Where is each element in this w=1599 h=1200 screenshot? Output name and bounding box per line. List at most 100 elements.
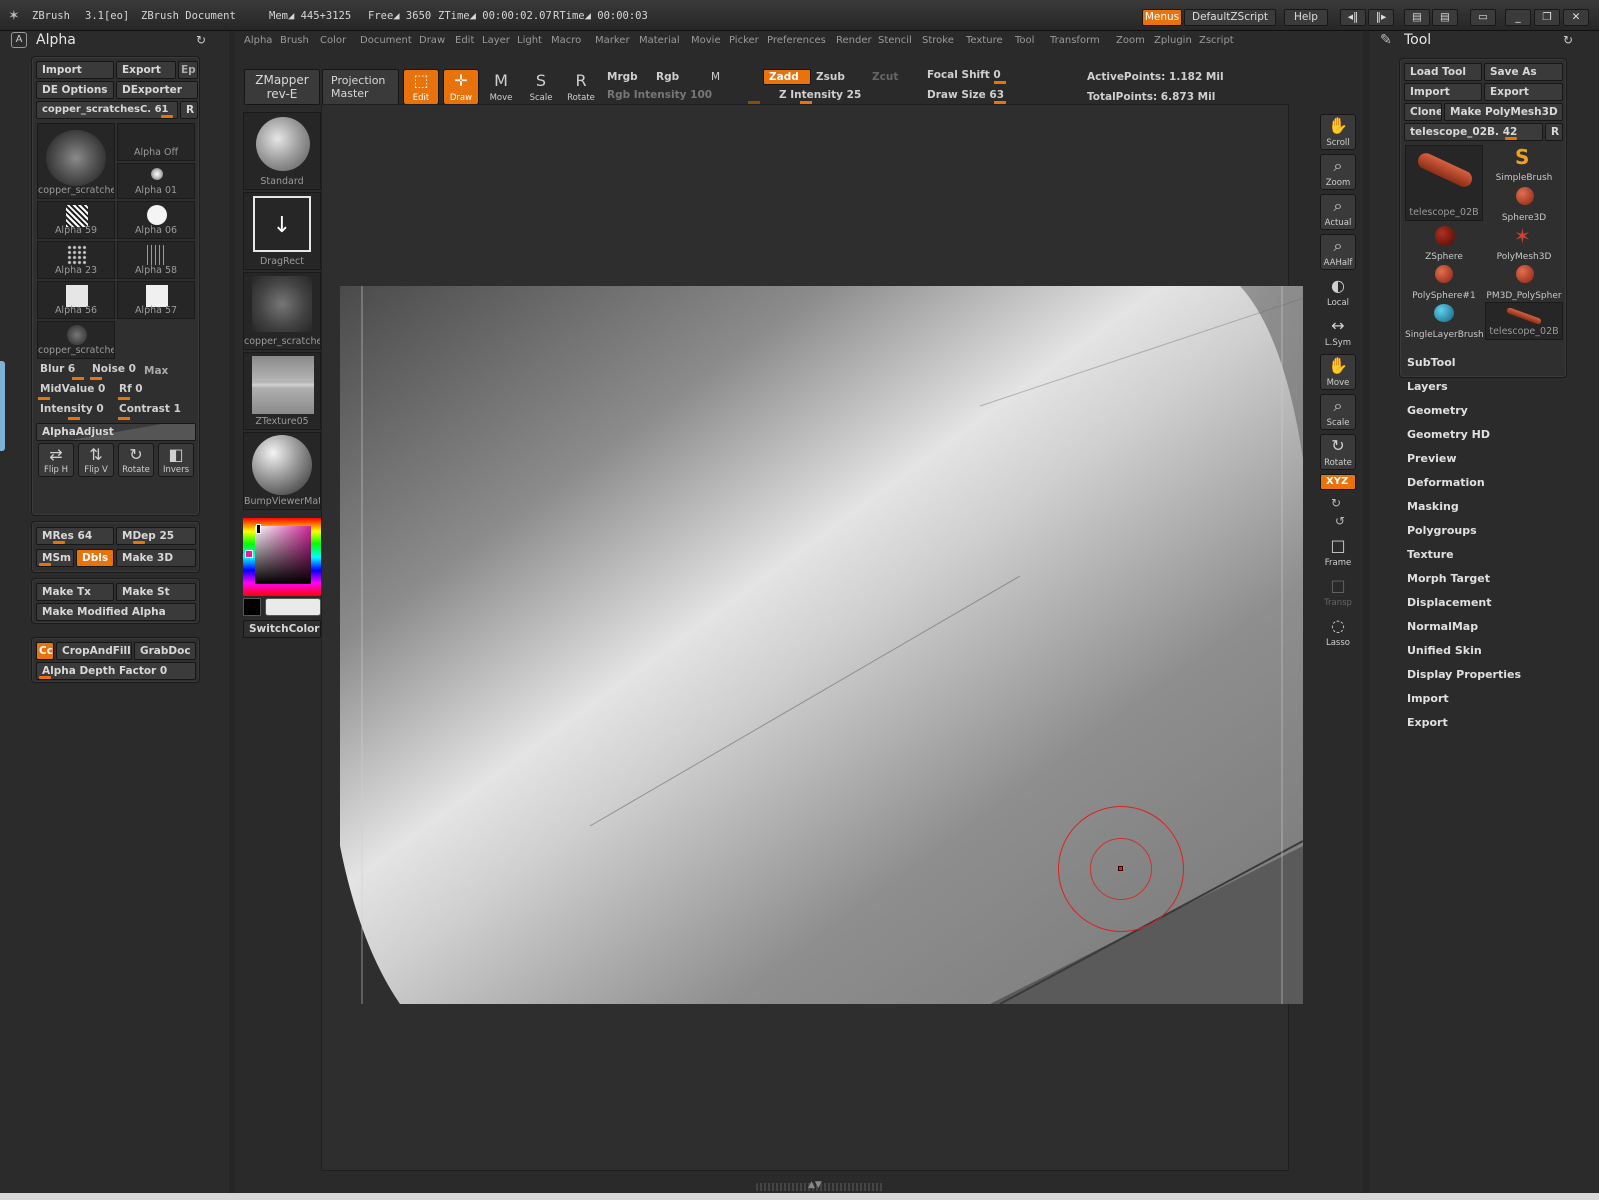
subpalette-displacement[interactable]: Displacement [1407,596,1492,609]
subpalette-export[interactable]: Export [1407,716,1448,729]
help-button[interactable]: Help [1284,9,1328,26]
close-icon[interactable]: ✕ [1563,9,1589,26]
dbls-toggle[interactable]: Dbls [76,549,114,567]
subpalette-morph-target[interactable]: Morph Target [1407,572,1490,585]
zmapper-button[interactable]: ZMapper rev-E [244,69,320,105]
menu-brush[interactable]: Brush [280,35,309,46]
rgb-toggle[interactable]: Rgb [656,71,679,83]
zoom-button[interactable]: ⌕ Zoom [1320,154,1356,190]
rotate-y-icon[interactable]: ↻ [1331,496,1341,510]
switch-color-button[interactable]: SwitchColor [243,620,321,638]
z-intensity-slider[interactable]: Z Intensity 25 [779,89,861,101]
current-alpha-slider[interactable]: copper_scratchesC. 61 [36,101,178,119]
subpalette-layers[interactable]: Layers [1407,380,1448,393]
subpalette-masking[interactable]: Masking [1407,500,1459,513]
material-bumpviewer[interactable]: BumpViewerMate [243,432,321,510]
color-picker-square[interactable] [255,526,311,584]
move-button[interactable]: M Move [483,69,519,105]
make-tx-button[interactable]: Make Tx [36,583,114,601]
menu-stencil[interactable]: Stencil [878,35,912,46]
alpha-r-button[interactable]: R [180,101,198,119]
subpalette-subtool[interactable]: SubTool [1407,356,1456,369]
current-tool-slider[interactable]: telescope_02B. 42 [1404,123,1543,141]
menu-zoom[interactable]: Zoom [1116,35,1145,46]
rotate-button[interactable]: R Rotate [563,69,599,105]
tool-thumb-pm3d-polysphere[interactable]: PM3D_PolySpher [1485,263,1563,301]
tool-thumb-singlelayerbrush[interactable]: SingleLayerBrush [1405,302,1483,340]
menu-stroke[interactable]: Stroke [922,35,954,46]
rotate-z-icon[interactable]: ↺ [1335,514,1345,528]
local-button[interactable]: ◐ Local [1320,274,1356,310]
subpalette-deformation[interactable]: Deformation [1407,476,1485,489]
save-as-button[interactable]: Save As [1484,63,1563,81]
tool-r-button[interactable]: R [1545,123,1563,141]
alpha-thumb-copper[interactable]: copper_scratche [37,321,115,359]
subpalette-import[interactable]: Import [1407,692,1449,705]
lsym-button[interactable]: ↔ L.Sym [1320,314,1356,350]
alpha-thumb-23[interactable]: Alpha 23 [37,241,115,279]
lasso-button[interactable]: ◌ Lasso [1320,614,1356,650]
brush-standard[interactable]: Standard [243,112,321,190]
mres-slider[interactable]: MRes 64 [36,527,114,545]
reset-icon[interactable]: ↻ [196,33,206,47]
restore-icon[interactable]: ❐ [1534,9,1560,26]
layout-right-icon[interactable]: ▤ [1432,9,1458,26]
make-modified-alpha-button[interactable]: Make Modified Alpha [36,603,196,621]
subpalette-unified-skin[interactable]: Unified Skin [1407,644,1482,657]
transp-button[interactable]: □ Transp [1320,574,1356,610]
tool-thumb-polymesh3d[interactable]: ✶ PolyMesh3D [1485,224,1563,262]
subpalette-texture[interactable]: Texture [1407,548,1454,561]
projection-master-button[interactable]: Projection Master [322,69,399,105]
alpha-depth-factor-slider[interactable]: Alpha Depth Factor 0 [36,662,196,680]
sculpt-viewport[interactable] [340,286,1303,1004]
focal-shift-slider[interactable]: Focal Shift 0 [927,69,1001,81]
zadd-toggle[interactable]: Zadd [763,69,811,85]
tool-thumb-simplebrush[interactable]: S SimpleBrush [1485,145,1563,183]
left-tray-edge[interactable] [0,361,5,451]
subpalette-geometry-hd[interactable]: Geometry HD [1407,428,1490,441]
alpha-export-button[interactable]: Export [116,61,176,79]
rgb-intensity-slider[interactable]: Rgb Intensity 100 [607,89,712,101]
alpha-adjust-curve[interactable]: AlphaAdjust [36,423,196,441]
reset-icon[interactable]: ↻ [1563,33,1573,47]
minimize-icon[interactable]: _ [1505,9,1531,26]
menu-tool[interactable]: Tool [1015,35,1034,46]
grab-doc-button[interactable]: GrabDoc [134,642,196,660]
actual-button[interactable]: ⌕ Actual [1320,194,1356,230]
scale-view-button[interactable]: ⌕ Scale [1320,394,1356,430]
menu-material[interactable]: Material [639,35,680,46]
tray-right-icon[interactable]: ‖▸ [1368,9,1394,26]
zsub-toggle[interactable]: Zsub [816,71,845,83]
primary-color-swatch[interactable] [265,598,321,616]
noise-slider[interactable]: Noise 0 [92,363,136,375]
subpalette-polygroups[interactable]: Polygroups [1407,524,1477,537]
rf-slider[interactable]: Rf 0 [119,383,143,395]
mdep-slider[interactable]: MDep 25 [116,527,196,545]
color-picker[interactable] [243,518,323,596]
subpalette-normalmap[interactable]: NormalMap [1407,620,1478,633]
alpha-import-button[interactable]: Import [36,61,114,79]
intensity-slider[interactable]: Intensity 0 [40,403,104,415]
load-tool-button[interactable]: Load Tool [1404,63,1482,81]
stroke-dragrect[interactable]: ↓ DragRect [243,192,321,270]
tray-left-icon[interactable]: ◂‖ [1340,9,1366,26]
alpha-copper-scratches[interactable]: copper_scratche [243,272,321,350]
msm-slider[interactable]: MSm [36,549,74,567]
subpalette-geometry[interactable]: Geometry [1407,404,1468,417]
alpha-thumb-06[interactable]: Alpha 06 [117,201,195,239]
right-tray-divider[interactable] [1363,31,1369,1200]
menu-edit[interactable]: Edit [455,35,474,46]
tool-export-button[interactable]: Export [1484,83,1563,101]
menu-picker[interactable]: Picker [729,35,759,46]
alpha-thumb-current[interactable]: copper_scratche [37,123,115,199]
dexporter-button[interactable]: DExporter [116,81,198,99]
crop-and-fill-button[interactable]: CropAndFill [56,642,132,660]
aahalf-button[interactable]: ⌕ AAHalf [1320,234,1356,270]
menu-zplugin[interactable]: Zplugin [1154,35,1192,46]
edit-button[interactable]: ⬚ Edit [403,69,439,105]
tool-thumb-sphere3d[interactable]: Sphere3D [1485,185,1563,223]
alpha-ep-button[interactable]: Ep [178,61,198,79]
subpalette-display-properties[interactable]: Display Properties [1407,668,1521,681]
menu-macro[interactable]: Macro [551,35,581,46]
contrast-slider[interactable]: Contrast 1 [119,403,181,415]
